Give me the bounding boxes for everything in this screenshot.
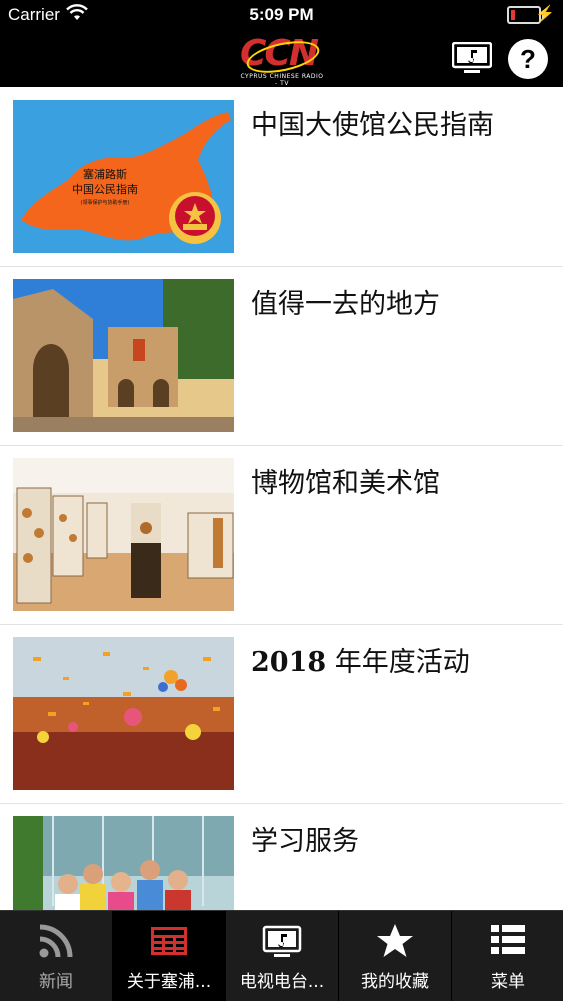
charging-icon: ⚡: [535, 6, 555, 23]
newspaper-icon: [151, 927, 187, 955]
study-image: [13, 816, 234, 910]
tab-favorites[interactable]: 我的收藏: [339, 911, 452, 1001]
tv-music-icon: [262, 925, 302, 957]
svg-text:(领事保护与协助手册): (领事保护与协助手册): [81, 199, 130, 206]
tab-bar: 新闻 关于塞浦... 电视电台... 我的收藏 菜单: [0, 910, 563, 1001]
nav-bar: CCN CYPRUS CHINESE RADIO - TV ?: [0, 30, 563, 87]
tab-label: 关于塞浦...: [126, 972, 212, 992]
list-item[interactable]: 塞浦路斯 中国公民指南 (领事保护与协助手册) 中国大使馆公民指南: [0, 87, 563, 267]
svg-text:中国公民指南: 中国公民指南: [72, 182, 138, 196]
list-item-title: 博物馆和美术馆: [251, 468, 440, 499]
tab-label: 电视电台...: [239, 972, 325, 992]
places-image: [13, 279, 234, 432]
embassy-guide-image: 塞浦路斯 中国公民指南 (领事保护与协助手册): [13, 100, 234, 253]
tab-label: 菜单: [491, 972, 525, 992]
list-item[interactable]: 值得一去的地方: [0, 266, 563, 446]
menu-list-icon: [491, 925, 525, 954]
help-button[interactable]: ?: [508, 39, 548, 79]
tab-label: 新闻: [39, 972, 73, 992]
tab-about-cyprus[interactable]: 关于塞浦...: [113, 911, 226, 1001]
rss-icon: [39, 924, 73, 958]
list-item-title: 学习服务: [251, 826, 359, 857]
list-item-title: 中国大使馆公民指南: [251, 110, 494, 141]
list-item[interactable]: 博物馆和美术馆: [0, 445, 563, 625]
museum-image: [13, 458, 234, 611]
tab-menu[interactable]: 菜单: [452, 911, 563, 1001]
list-item-title: 值得一去的地方: [251, 289, 440, 320]
svg-text:塞浦路斯: 塞浦路斯: [83, 167, 127, 181]
status-bar: Carrier 5:09 PM ⚡: [0, 0, 563, 30]
national-emblem-icon: [169, 192, 221, 244]
star-icon: [377, 924, 413, 957]
list-item[interactable]: 学习服务: [0, 803, 563, 910]
tv-music-button[interactable]: [452, 42, 492, 74]
list-item-title: 2018 年年度活动: [251, 647, 470, 678]
ccn-logo: CCN CYPRUS CHINESE RADIO - TV: [240, 33, 324, 88]
tab-news[interactable]: 新闻: [0, 911, 113, 1001]
list-item[interactable]: 2018 年年度活动: [0, 624, 563, 804]
clock: 5:09 PM: [249, 5, 314, 24]
content-list: 塞浦路斯 中国公民指南 (领事保护与协助手册) 中国大使馆公民指南 值得一去的地…: [0, 87, 563, 910]
tab-tv-radio[interactable]: 电视电台...: [226, 911, 339, 1001]
tab-label: 我的收藏: [361, 972, 429, 992]
events-image: [13, 637, 234, 790]
